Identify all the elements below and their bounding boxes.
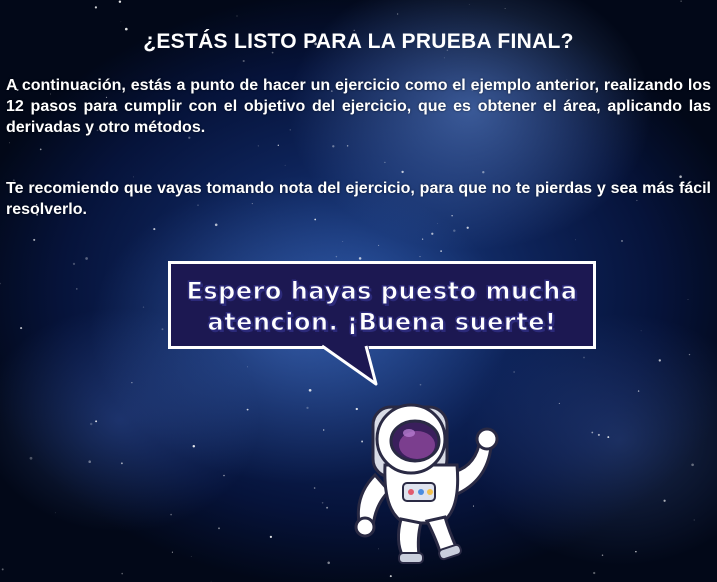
star bbox=[118, 0, 122, 3]
astronaut-icon bbox=[354, 403, 499, 564]
star bbox=[384, 161, 386, 164]
star bbox=[326, 506, 329, 509]
star bbox=[277, 144, 279, 146]
star bbox=[236, 15, 238, 17]
star bbox=[218, 527, 220, 530]
star bbox=[332, 145, 335, 148]
star bbox=[466, 226, 469, 229]
star bbox=[120, 21, 122, 23]
star bbox=[593, 571, 596, 575]
star bbox=[223, 474, 225, 477]
star bbox=[504, 8, 506, 9]
star bbox=[269, 535, 273, 539]
star bbox=[597, 433, 600, 436]
star bbox=[591, 431, 594, 434]
star bbox=[120, 462, 123, 465]
star bbox=[396, 13, 399, 15]
star bbox=[170, 513, 172, 516]
star bbox=[210, 580, 212, 582]
star bbox=[453, 229, 456, 232]
star bbox=[468, 4, 470, 5]
star bbox=[693, 519, 695, 521]
star bbox=[9, 142, 11, 144]
star bbox=[190, 556, 192, 557]
star bbox=[558, 402, 560, 404]
star bbox=[192, 444, 196, 448]
star bbox=[421, 238, 424, 240]
star bbox=[88, 460, 91, 463]
star bbox=[54, 512, 56, 514]
star bbox=[308, 388, 312, 392]
star bbox=[688, 353, 691, 356]
star bbox=[389, 575, 392, 578]
star bbox=[358, 257, 362, 260]
speech-bubble-tail bbox=[321, 344, 378, 386]
star bbox=[327, 561, 330, 565]
star bbox=[95, 420, 98, 423]
star bbox=[76, 288, 78, 290]
star bbox=[94, 6, 98, 9]
star bbox=[346, 145, 349, 147]
star bbox=[378, 244, 380, 246]
star bbox=[342, 240, 344, 242]
star bbox=[257, 145, 259, 147]
star bbox=[153, 228, 156, 231]
star bbox=[121, 572, 123, 575]
page-title: ¿ESTÁS LISTO PARA LA PRUEBA FINAL? bbox=[143, 30, 574, 53]
speech-bubble-text: Espero hayas puesto mucha atencion. ¡Bue… bbox=[171, 276, 593, 338]
star bbox=[313, 487, 316, 489]
star bbox=[658, 359, 661, 362]
star bbox=[401, 170, 404, 174]
star bbox=[142, 306, 145, 308]
star bbox=[419, 256, 421, 258]
star bbox=[29, 456, 33, 460]
star bbox=[482, 171, 485, 174]
star bbox=[601, 554, 604, 556]
star bbox=[85, 257, 88, 260]
star bbox=[637, 390, 640, 392]
star bbox=[72, 262, 76, 266]
star bbox=[607, 436, 610, 439]
speech-bubble: Espero hayas puesto mucha atencion. ¡Bue… bbox=[168, 261, 596, 349]
star bbox=[513, 371, 515, 373]
star bbox=[680, 0, 682, 2]
star bbox=[246, 408, 249, 411]
star bbox=[419, 383, 422, 386]
star bbox=[306, 406, 309, 410]
star bbox=[39, 148, 42, 151]
star bbox=[214, 223, 218, 227]
star bbox=[687, 299, 689, 300]
star bbox=[20, 327, 23, 330]
star bbox=[1, 568, 4, 571]
star bbox=[321, 502, 324, 504]
speech-line-1: Espero hayas puesto mucha bbox=[186, 277, 578, 306]
star bbox=[161, 328, 164, 331]
star bbox=[171, 551, 173, 553]
star bbox=[242, 59, 245, 63]
star bbox=[575, 239, 576, 241]
speech-line-2: atencion. ¡Buena suerte! bbox=[207, 308, 557, 337]
star bbox=[583, 356, 585, 359]
star bbox=[0, 282, 1, 285]
intro-paragraph: A continuación, estás a punto de hacer u… bbox=[6, 77, 711, 136]
star bbox=[335, 255, 338, 258]
star bbox=[440, 250, 442, 252]
star bbox=[691, 463, 694, 467]
star bbox=[663, 499, 666, 502]
star bbox=[443, 57, 445, 59]
star bbox=[131, 382, 133, 384]
star bbox=[431, 232, 434, 235]
star bbox=[247, 366, 248, 368]
star bbox=[437, 223, 438, 225]
star bbox=[323, 429, 325, 431]
star bbox=[89, 422, 93, 426]
star bbox=[640, 330, 642, 332]
star bbox=[635, 550, 637, 553]
star bbox=[284, 164, 286, 166]
recommendation-paragraph: Te recomiendo que vayas tomando nota del… bbox=[6, 180, 711, 218]
star bbox=[621, 240, 623, 242]
star bbox=[33, 238, 36, 241]
